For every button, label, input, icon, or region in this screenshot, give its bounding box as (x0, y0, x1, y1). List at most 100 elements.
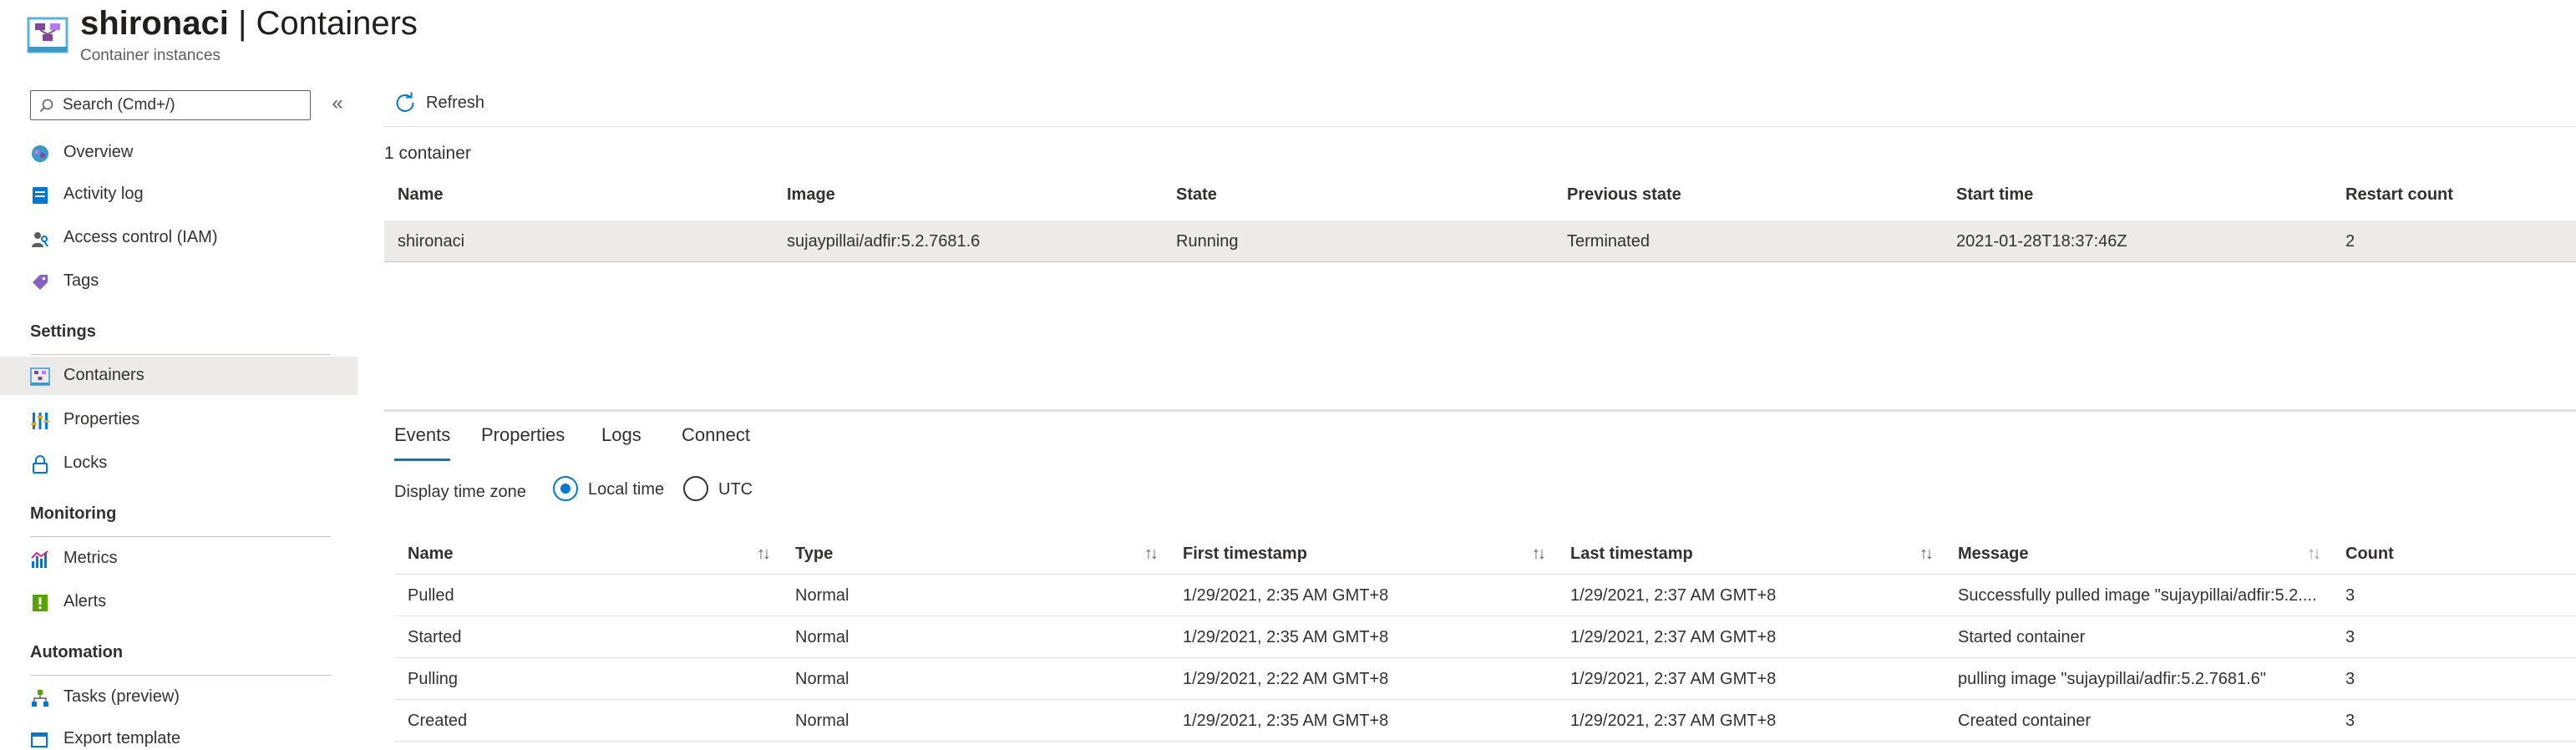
column-header-state[interactable]: State (1176, 185, 1217, 205)
cell-last-timestamp: 1/29/2021, 2:37 AM GMT+8 (1570, 670, 1777, 688)
column-header-start-time[interactable]: Start time (1956, 185, 2033, 205)
overview-icon (32, 145, 48, 162)
tag-icon (33, 275, 48, 290)
sidebar-item-overview[interactable]: Overview (0, 134, 357, 172)
table-row[interactable]: Created Normal 1/29/2021, 2:35 AM GMT+8 … (394, 700, 2576, 742)
cell-count: 3 (2345, 628, 2355, 646)
sidebar-item-label: Export template (63, 729, 181, 747)
command-bar: Refresh (384, 75, 2576, 127)
sidebar-item-label: Access control (IAM) (63, 228, 218, 246)
refresh-icon (396, 92, 414, 112)
column-header-first-timestamp[interactable]: First timestamp (1183, 545, 1307, 564)
cell-type: Normal (795, 712, 849, 730)
tab-properties[interactable]: Properties (481, 424, 565, 461)
sidebar-item-containers[interactable]: Containers (0, 357, 357, 395)
cell-count: 3 (2345, 712, 2355, 730)
sidebar-item-locks[interactable]: Locks (0, 444, 357, 483)
sidebar-item-activity-log[interactable]: Activity log (0, 175, 357, 214)
sidebar: « Overview Activity log Access control (… (0, 75, 357, 750)
cell-message: pulling image "sujaypillai/adfir:5.2.768… (1958, 670, 2266, 688)
radio-local-time[interactable] (553, 476, 578, 501)
page-subtitle: Container instances (80, 47, 221, 64)
tab-events[interactable]: Events (394, 424, 451, 461)
cell-image: sujaypillai/adfir:5.2.7681.6 (787, 232, 981, 251)
search-input[interactable] (63, 94, 305, 116)
container-count: 1 container (384, 144, 471, 163)
title-separator: | (237, 5, 247, 42)
tasks-icon (32, 690, 48, 707)
column-header-last-timestamp[interactable]: Last timestamp (1570, 545, 1693, 564)
radio-label-utc[interactable]: UTC (718, 480, 753, 499)
section-title-automation: Automation (30, 643, 124, 661)
cell-message: Started container (1958, 628, 2086, 646)
collapse-sidebar-button[interactable]: « (327, 92, 347, 115)
tab-connect[interactable]: Connect (682, 424, 750, 461)
radio-label-local-time[interactable]: Local time (588, 480, 664, 499)
table-row[interactable]: Pulled Normal 1/29/2021, 2:35 AM GMT+8 1… (394, 575, 2576, 616)
cell-message: Successfully pulled image "sujaypillai/a… (1958, 586, 2317, 605)
sort-icon[interactable]: ↑↓ (757, 545, 771, 564)
alerts-icon (33, 595, 48, 611)
page-name: Containers (256, 5, 418, 42)
tab-logs[interactable]: Logs (601, 424, 641, 461)
sidebar-item-tasks[interactable]: Tasks (preview) (0, 678, 357, 717)
sidebar-item-metrics[interactable]: Metrics (0, 540, 357, 578)
cell-first-timestamp: 1/29/2021, 2:35 AM GMT+8 (1183, 586, 1389, 605)
iam-icon (32, 232, 48, 247)
sort-icon[interactable]: ↑↓ (1919, 545, 1934, 564)
activity-log-icon (33, 187, 48, 204)
refresh-label: Refresh (426, 93, 485, 112)
column-header-type[interactable]: Type (795, 545, 833, 564)
sidebar-item-label: Tags (63, 271, 99, 290)
page-title: shironaci | Containers (80, 5, 418, 43)
cell-first-timestamp: 1/29/2021, 2:35 AM GMT+8 (1183, 628, 1389, 646)
sidebar-item-export-template[interactable]: Export template (0, 720, 357, 750)
cell-type: Normal (795, 628, 849, 646)
sort-icon[interactable]: ↑↓ (2307, 545, 2321, 564)
column-header-message[interactable]: Message (1958, 545, 2029, 564)
table-row[interactable]: Started Normal 1/29/2021, 2:35 AM GMT+8 … (394, 616, 2576, 658)
sidebar-item-tags[interactable]: Tags (0, 262, 357, 301)
containers-icon (30, 367, 50, 386)
cell-event-name: Pulling (408, 670, 459, 688)
sidebar-item-alerts[interactable]: Alerts (0, 583, 357, 621)
section-title-monitoring: Monitoring (30, 504, 117, 523)
cell-last-timestamp: 1/29/2021, 2:37 AM GMT+8 (1570, 586, 1777, 605)
cell-previous-state: Terminated (1567, 232, 1650, 251)
column-header-previous-state[interactable]: Previous state (1567, 185, 1681, 205)
main-content: Refresh 1 container Name Image State Pre… (384, 75, 2576, 750)
export-template-icon (31, 732, 48, 747)
cell-type: Normal (795, 670, 849, 688)
search-box[interactable] (30, 90, 311, 120)
cell-first-timestamp: 1/29/2021, 2:35 AM GMT+8 (1183, 712, 1389, 730)
column-header-count[interactable]: Count (2345, 545, 2394, 564)
sidebar-item-label: Metrics (63, 549, 118, 567)
page-header: shironaci | Containers Container instanc… (0, 0, 2576, 75)
sort-icon[interactable]: ↑↓ (1144, 545, 1159, 564)
resource-name: shironaci (80, 5, 229, 42)
column-header-event-name[interactable]: Name (408, 545, 453, 564)
refresh-button[interactable]: Refresh (394, 90, 484, 115)
table-row[interactable]: Pulling Normal 1/29/2021, 2:22 AM GMT+8 … (394, 658, 2576, 700)
sidebar-item-iam[interactable]: Access control (IAM) (0, 219, 357, 257)
radio-utc[interactable] (683, 476, 708, 501)
section-divider (30, 536, 331, 537)
column-header-name[interactable]: Name (398, 185, 443, 205)
lock-icon (33, 455, 48, 474)
table-row[interactable]: shironaci sujaypillai/adfir:5.2.7681.6 R… (384, 220, 2576, 262)
sidebar-item-label: Containers (63, 366, 145, 384)
sidebar-item-properties[interactable]: Properties (0, 401, 357, 439)
sort-icon[interactable]: ↑↓ (1532, 545, 1546, 564)
sidebar-item-label: Alerts (63, 592, 107, 611)
pane-splitter[interactable] (384, 409, 2576, 412)
column-header-image[interactable]: Image (787, 185, 835, 205)
cell-message: Created container (1958, 712, 2091, 730)
cell-event-name: Created (408, 712, 468, 730)
column-header-restart-count[interactable]: Restart count (2345, 185, 2453, 205)
sidebar-item-label: Activity log (63, 185, 144, 203)
sidebar-item-label: Locks (63, 454, 108, 472)
metrics-icon (31, 550, 48, 568)
section-title-settings: Settings (30, 322, 96, 341)
cell-event-name: Pulled (408, 586, 454, 605)
containers-table-header: Name Image State Previous state Start ti… (384, 179, 2576, 212)
